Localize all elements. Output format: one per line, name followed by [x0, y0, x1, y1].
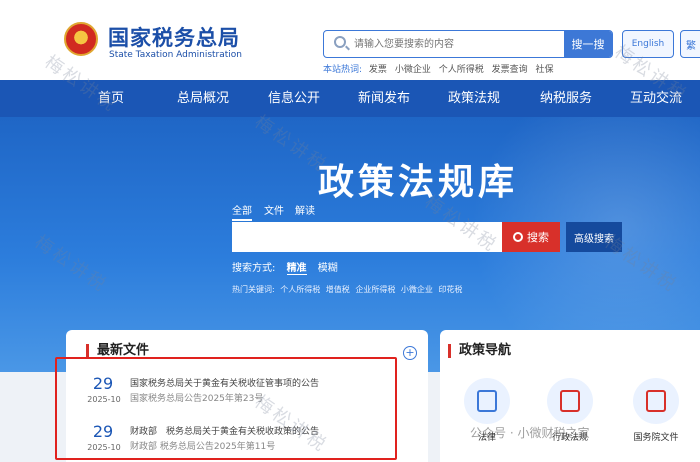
hot-word-link[interactable]: 发票 [369, 65, 387, 75]
hot-word-link[interactable]: 发票查询 [492, 65, 528, 75]
advanced-search-button[interactable]: 高级搜索 [566, 222, 622, 252]
folder-icon [633, 378, 679, 424]
tab-files[interactable]: 文件 [264, 202, 284, 217]
policy-nav-title: 政策导航 [448, 344, 511, 358]
traditional-chinese-label: 繁 [686, 40, 696, 52]
hot-words-label: 本站热词: [323, 65, 363, 75]
hot-word-link[interactable]: 小微企业 [395, 65, 431, 75]
book-icon [547, 378, 593, 424]
law-icon [464, 378, 510, 424]
search-icon [513, 232, 523, 242]
site-logo-title[interactable]: 国家税务总局 [108, 22, 240, 52]
national-emblem-icon [64, 22, 98, 56]
site-header: 国家税务总局 State Taxation Administration 搜一搜… [0, 0, 700, 80]
policy-nav-state-council[interactable]: 国务院文件 [626, 378, 686, 443]
policy-search-button[interactable]: 搜索 [502, 222, 560, 252]
policy-search-input[interactable] [232, 222, 502, 252]
nav-item-info-disclosure[interactable]: 信息公开 [268, 80, 320, 117]
banner-title: 政策法规库 [318, 162, 519, 203]
nav-item-overview[interactable]: 总局概况 [177, 80, 229, 117]
page: 国家税务总局 State Taxation Administration 搜一搜… [0, 0, 700, 462]
nav-item-interaction[interactable]: 互动交流 [630, 80, 682, 117]
hot-word-link[interactable]: 个人所得税 [439, 65, 484, 75]
more-plus-icon[interactable]: + [403, 346, 417, 360]
site-search-box: 搜一搜 [323, 30, 613, 58]
tab-all[interactable]: 全部 [232, 202, 252, 221]
main-nav: 首页 总局概况 信息公开 新闻发布 政策法规 纳税服务 互动交流 [0, 80, 700, 117]
search-icon [334, 36, 346, 48]
hot-keyword-link[interactable]: 企业所得税 [355, 285, 395, 294]
policy-nav-card: 政策导航 法律 行政法规 国务院文件 [440, 330, 700, 462]
nav-item-policy[interactable]: 政策法规 [448, 80, 500, 117]
hot-keywords-row: 热门关键词: 个人所得税 增值税 企业所得税 小微企业 印花税 [232, 284, 465, 295]
mode-fuzzy[interactable]: 模糊 [318, 263, 338, 274]
english-button[interactable]: English [622, 30, 674, 58]
highlight-box [55, 357, 397, 460]
nav-item-tax-service[interactable]: 纳税服务 [540, 80, 592, 117]
policy-search-label: 搜索 [527, 231, 549, 244]
latest-docs-title: 最新文件 [86, 344, 149, 358]
wechat-caption: 公众号 · 小微财税之家 [470, 426, 590, 440]
site-search-input[interactable] [354, 31, 564, 57]
search-mode-label: 搜索方式: [232, 263, 276, 274]
policy-nav-label: 国务院文件 [633, 433, 679, 443]
hot-keywords-label: 热门关键词: [232, 285, 275, 294]
english-button-label: English [631, 39, 665, 49]
search-mode-row: 搜索方式: 精准 模糊 [232, 259, 346, 275]
hot-words-row: 本站热词: 发票 小微企业 个人所得税 发票查询 社保 [323, 62, 559, 75]
hot-keyword-link[interactable]: 印花税 [438, 285, 462, 294]
traditional-chinese-button[interactable]: 繁 [680, 30, 700, 58]
hot-keyword-link[interactable]: 增值税 [326, 285, 350, 294]
site-search-button[interactable]: 搜一搜 [564, 31, 612, 57]
hot-word-link[interactable]: 社保 [535, 65, 553, 75]
hot-keyword-link[interactable]: 个人所得税 [280, 285, 320, 294]
site-logo-subtitle: State Taxation Administration [109, 50, 243, 60]
mode-exact[interactable]: 精准 [286, 263, 307, 275]
nav-item-news[interactable]: 新闻发布 [358, 80, 410, 117]
hot-keyword-link[interactable]: 小微企业 [401, 285, 433, 294]
nav-item-home[interactable]: 首页 [98, 80, 124, 117]
tab-interpretation[interactable]: 解读 [295, 202, 315, 217]
